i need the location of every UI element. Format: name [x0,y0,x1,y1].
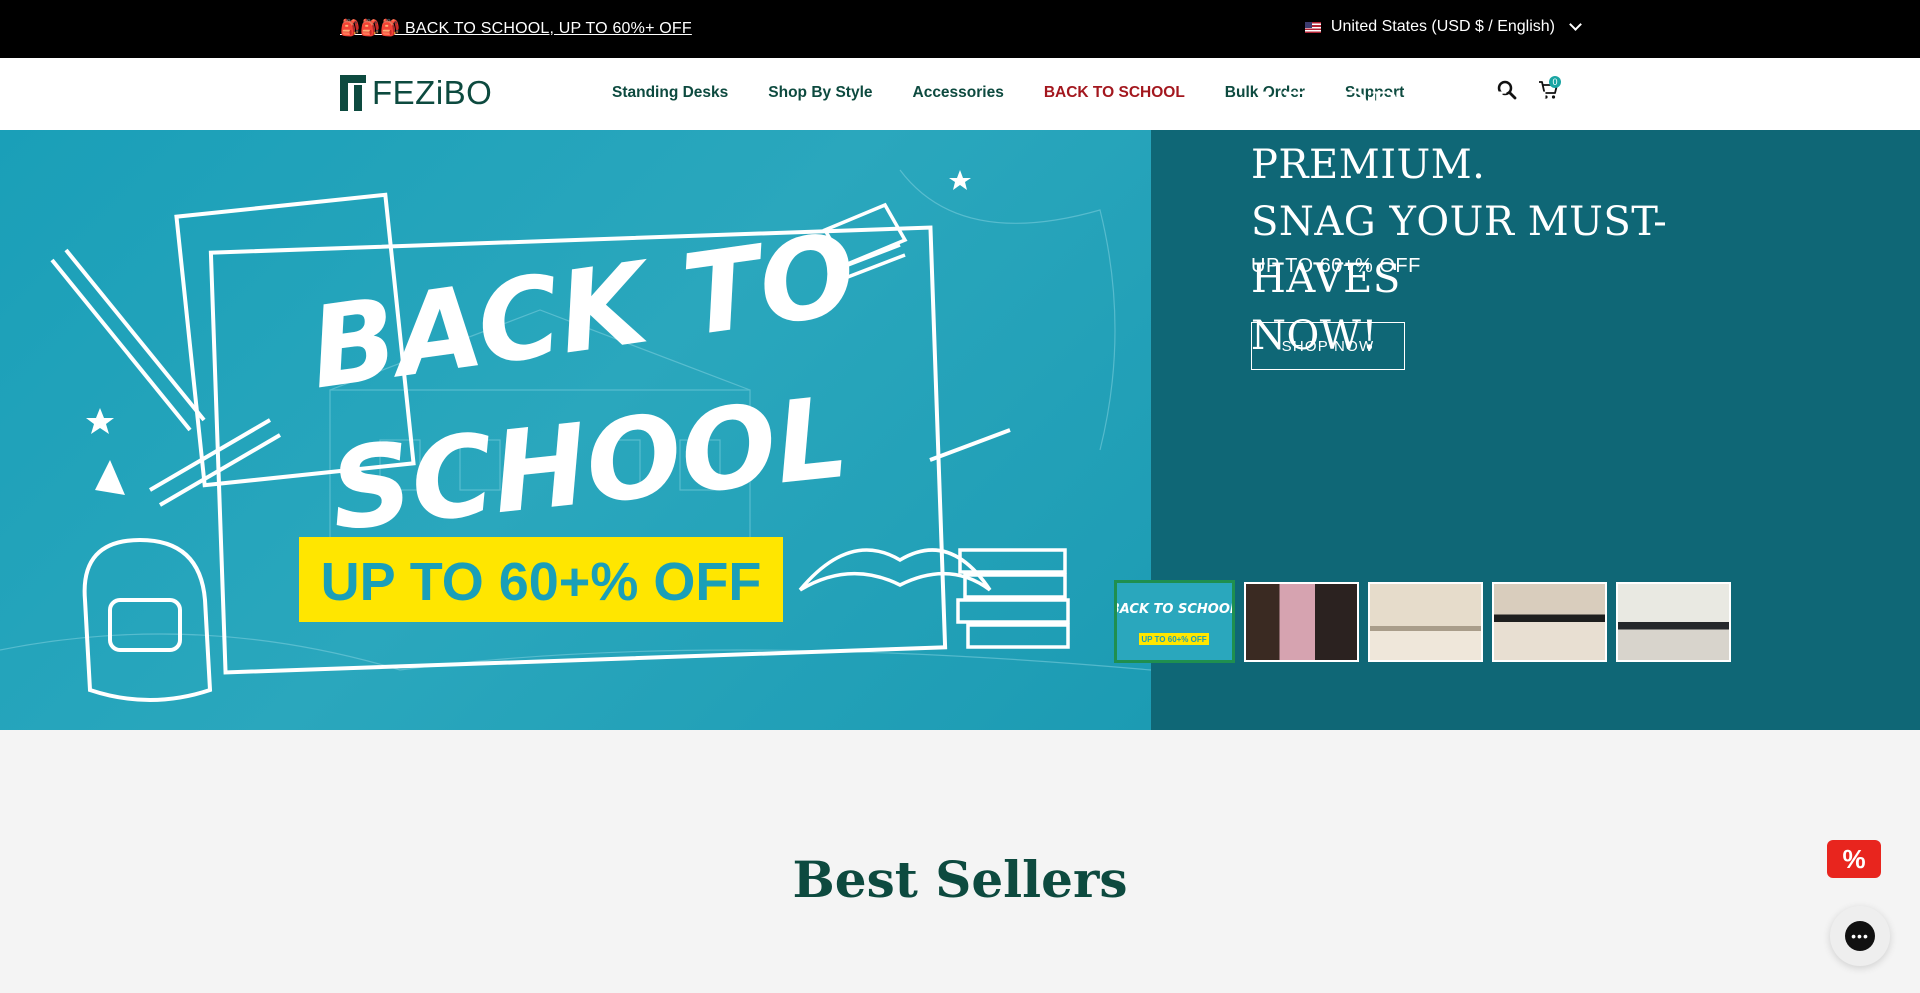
chat-button[interactable]: ••• [1830,906,1890,966]
hero-subtitle: UP TO 60+% OFF [1251,255,1421,277]
announcement-bar: 🎒🎒🎒 BACK TO SCHOOL, UP TO 60%+ OFF Unite… [0,0,1920,58]
carousel-thumb-2[interactable] [1244,582,1359,662]
promo-link[interactable]: 🎒🎒🎒 BACK TO SCHOOL, UP TO 60%+ OFF [340,18,692,38]
best-sellers-heading: Best Sellers [792,850,1128,909]
chevron-down-icon [1569,18,1582,31]
nav-shop-by-style[interactable]: Shop By Style [768,84,872,102]
nav-standing-desks[interactable]: Standing Desks [612,84,728,102]
carousel-thumb-4[interactable] [1492,582,1607,662]
chat-icon: ••• [1845,921,1875,951]
nav-back-to-school[interactable]: BACK TO SCHOOL [1044,84,1185,102]
thumb1-offer: UP TO 60+% OFF [1141,635,1206,644]
us-flag-icon [1304,21,1321,33]
carousel-thumbnails: BACK TO SCHOOL UP TO 60+% OFF [1114,580,1731,663]
hero-title-line1: AFFORDABLE & PREMIUM. [1251,85,1599,188]
hero-title-line2: SNAG YOUR MUST-HAVES [1251,199,1668,302]
carousel-thumb-5[interactable] [1616,582,1731,662]
percent-badge-icon[interactable]: % [1827,840,1881,878]
nav-accessories[interactable]: Accessories [913,84,1004,102]
banner-offer-text: UP TO 60+% OFF [321,552,762,612]
region-selector[interactable]: United States (USD $ / English) [1304,18,1582,36]
hero-banner-image[interactable]: BACK TO SCHOOL UP TO 60+% OFF [0,130,1151,730]
carousel-thumb-3[interactable] [1368,582,1483,662]
carousel-thumb-1[interactable]: BACK TO SCHOOL UP TO 60+% OFF [1114,580,1235,663]
logo-mark-icon [340,75,366,111]
logo-text: FEZiBO [372,74,493,111]
logo[interactable]: FEZiBO [340,74,492,112]
thumb1-title: BACK TO SCHOOL [1117,602,1232,617]
shop-now-button[interactable]: SHOP NOW [1251,322,1405,370]
region-label: United States (USD $ / English) [1330,18,1555,35]
